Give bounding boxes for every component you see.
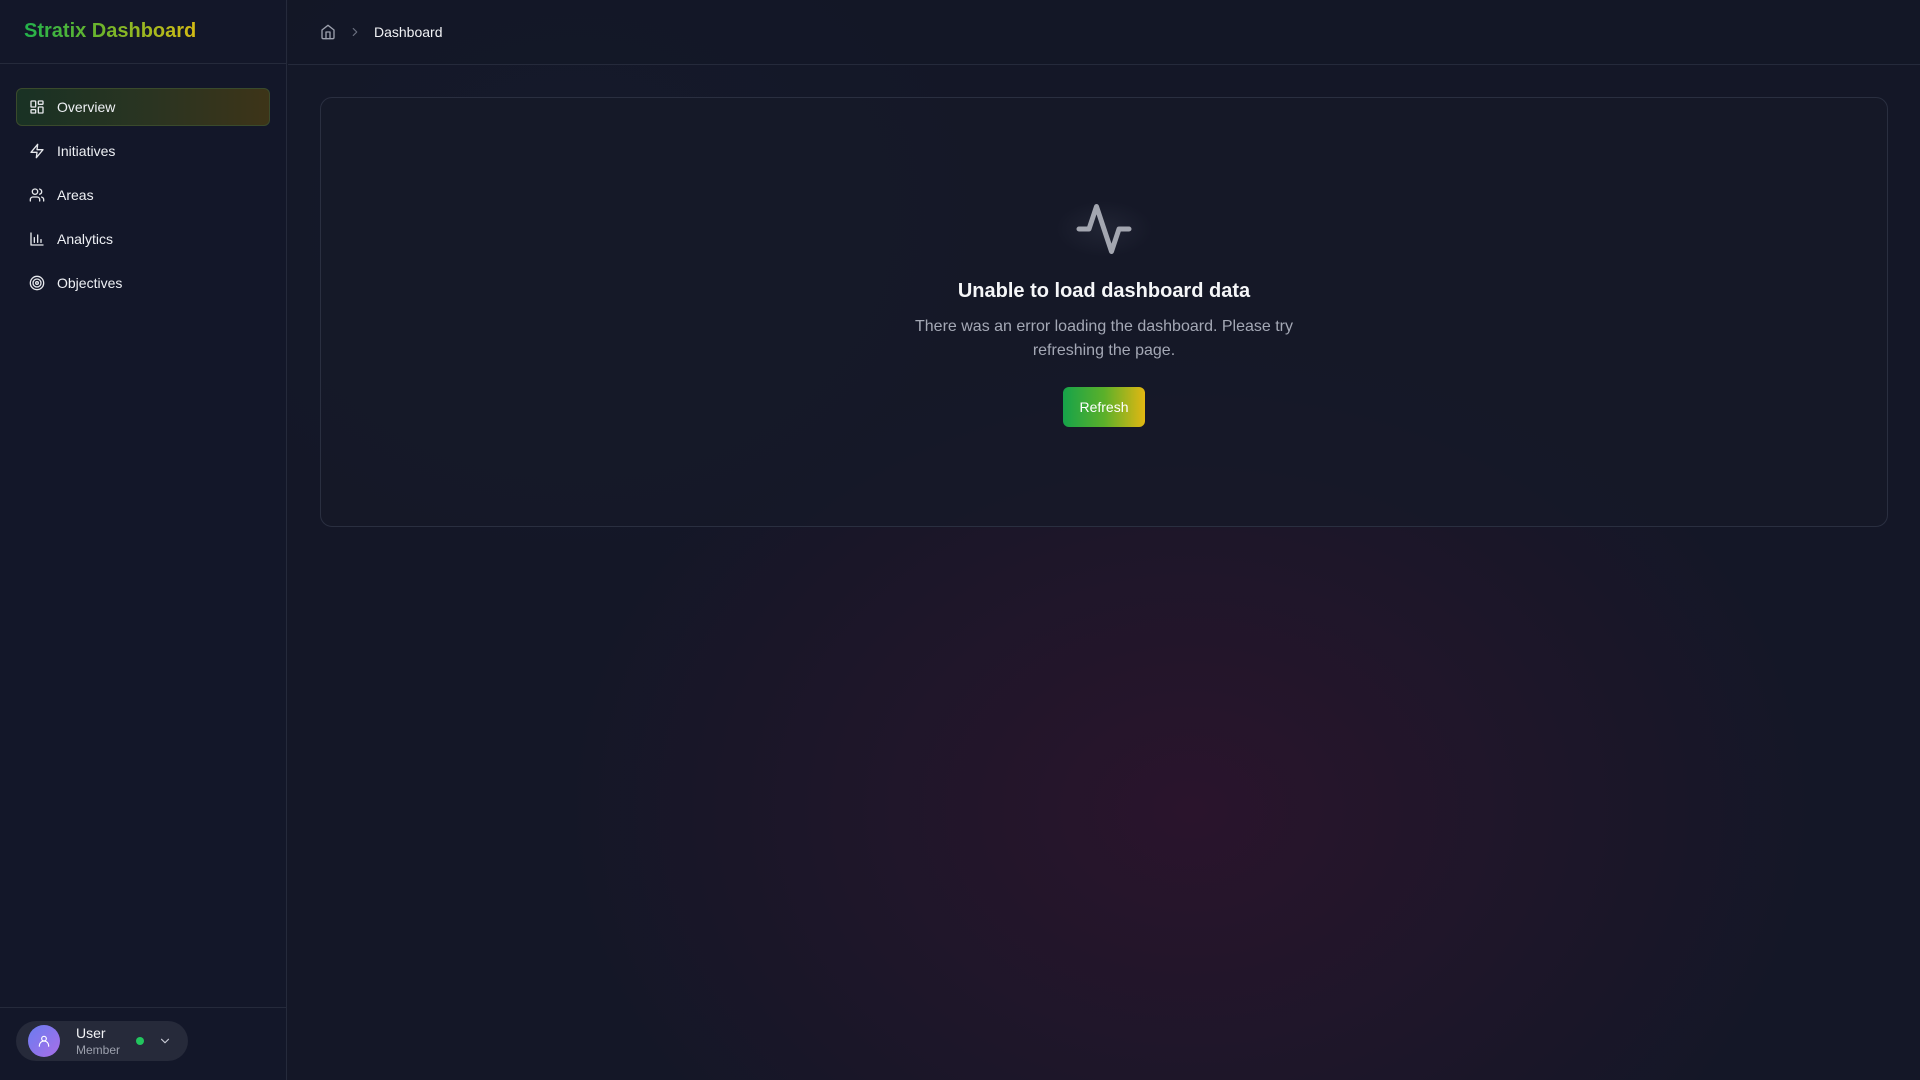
refresh-button[interactable]: Refresh [1063, 387, 1145, 427]
users-icon [29, 187, 45, 203]
breadcrumb-current: Dashboard [374, 24, 443, 40]
sidebar-item-label: Initiatives [57, 143, 116, 159]
online-status-indicator [136, 1037, 145, 1045]
app-title[interactable]: Stratix Dashboard [24, 20, 196, 43]
top-bar: Dashboard [288, 0, 1920, 65]
sidebar-item-label: Analytics [57, 231, 114, 247]
chevron-down-icon [158, 1034, 172, 1048]
sidebar-item-overview[interactable]: Overview [16, 88, 270, 126]
user-name: User [76, 1024, 106, 1041]
error-title: Unable to load dashboard data [957, 280, 1251, 302]
user-icon [38, 1035, 50, 1047]
sidebar: Stratix Dashboard Overview Initiatives A… [0, 0, 287, 1080]
sidebar-header: Stratix Dashboard [0, 0, 286, 64]
avatar [28, 1025, 60, 1057]
error-state: Unable to load dashboard data There was … [321, 194, 1887, 427]
error-message: There was an error loading the dashboard… [915, 318, 1293, 359]
error-card: Unable to load dashboard data There was … [320, 97, 1888, 527]
breadcrumb: Dashboard [320, 24, 443, 40]
home-icon[interactable] [320, 24, 336, 40]
user-role: Member [76, 1042, 121, 1057]
sidebar-item-initiatives[interactable]: Initiatives [16, 132, 270, 170]
user-info: User Member [76, 1025, 120, 1058]
bar-chart-icon [29, 231, 45, 247]
sidebar-item-objectives[interactable]: Objectives [16, 264, 270, 302]
activity-icon [1044, 194, 1164, 264]
sidebar-item-label: Areas [57, 187, 94, 203]
sidebar-item-label: Overview [57, 99, 116, 115]
zap-icon [29, 143, 45, 159]
user-menu-button[interactable]: User Member [16, 1021, 188, 1061]
sidebar-item-areas[interactable]: Areas [16, 176, 270, 214]
target-icon [29, 275, 45, 291]
sidebar-nav: Overview Initiatives Areas Analytics Obj… [0, 64, 286, 302]
chevron-right-icon [348, 25, 362, 39]
sidebar-item-label: Objectives [57, 275, 123, 291]
layout-grid-icon [29, 99, 45, 115]
sidebar-footer: User Member [0, 1007, 286, 1080]
sidebar-item-analytics[interactable]: Analytics [16, 220, 270, 258]
